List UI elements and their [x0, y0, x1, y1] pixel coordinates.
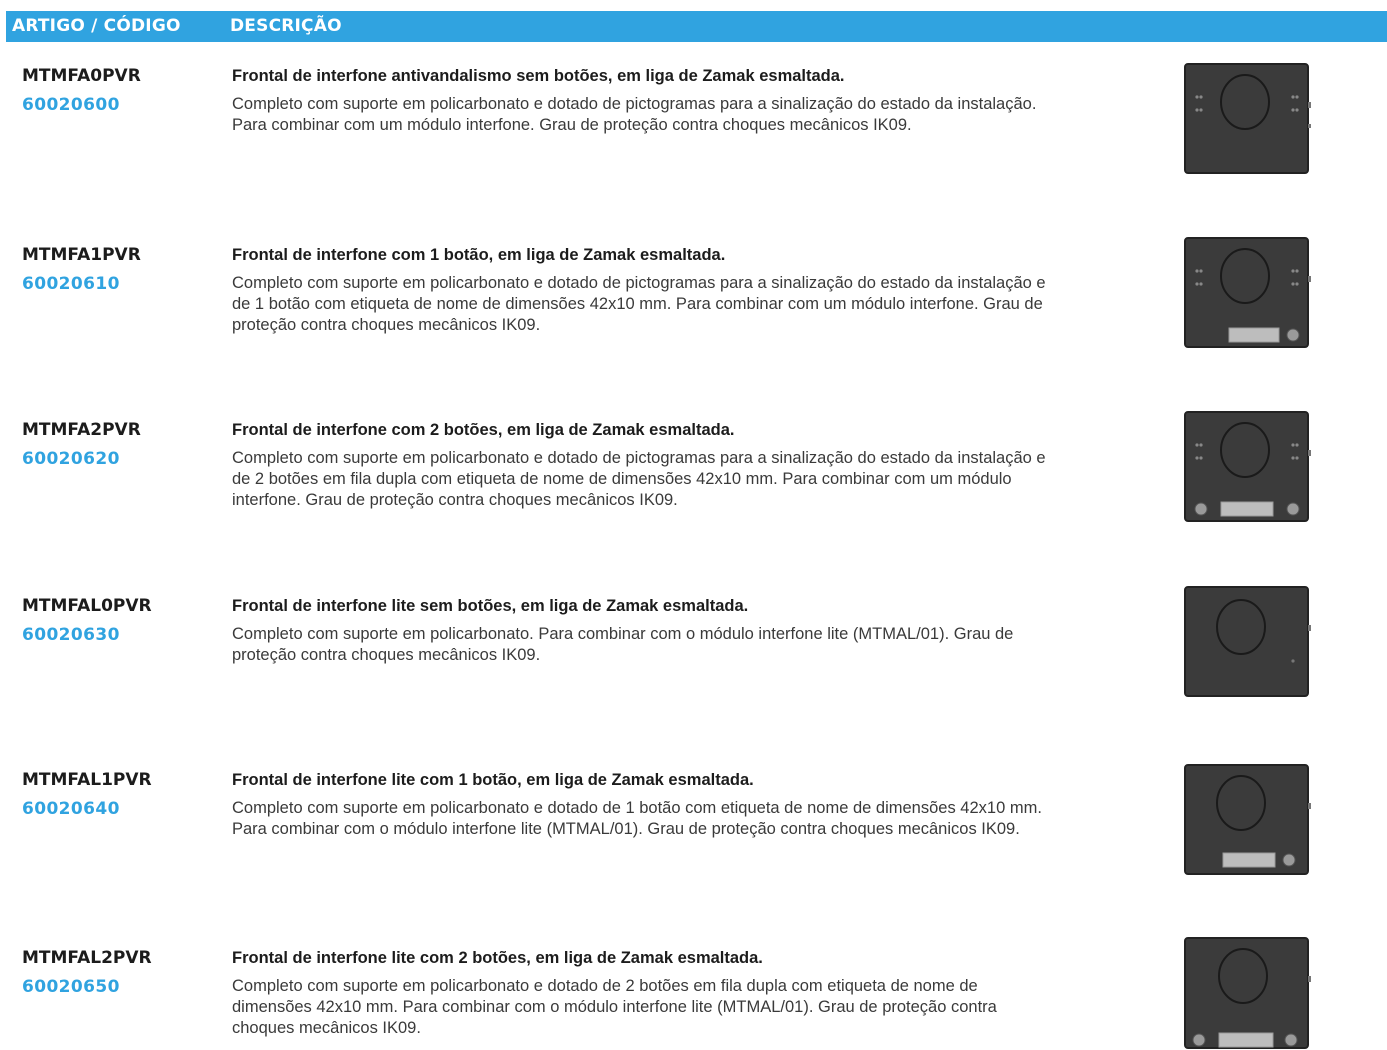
product-number: 60020640 — [22, 799, 120, 819]
product-description: Completo com suporte em policarbonato. P… — [232, 625, 1014, 664]
product-image — [1184, 586, 1311, 697]
product-number: 60020610 — [22, 274, 120, 294]
product-code: MTMFAL1PVR — [22, 770, 152, 790]
header-code-column: ARTIGO / CÓDIGO — [12, 16, 181, 36]
product-title: Frontal de interfone lite sem botões, em… — [232, 597, 749, 615]
product-number: 60020620 — [22, 449, 120, 469]
product-description: Completo com suporte em policarbonato e … — [232, 95, 1037, 134]
product-image — [1184, 63, 1311, 174]
table-header: ARTIGO / CÓDIGO DESCRIÇÃO — [6, 11, 1387, 42]
product-number: 60020630 — [22, 625, 120, 645]
product-description: Completo com suporte em policarbonato e … — [232, 274, 1046, 334]
product-number: 60020600 — [22, 95, 120, 115]
product-image — [1184, 764, 1311, 875]
product-description: Completo com suporte em policarbonato e … — [232, 977, 997, 1037]
product-title: Frontal de interfone com 2 botões, em li… — [232, 421, 735, 439]
product-title: Frontal de interfone antivandalismo sem … — [232, 67, 845, 85]
product-code: MTMFAL2PVR — [22, 948, 152, 968]
product-code: MTMFAL0PVR — [22, 596, 152, 616]
product-code: MTMFA0PVR — [22, 66, 141, 86]
product-title: Frontal de interfone com 1 botão, em lig… — [232, 246, 726, 264]
product-number: 60020650 — [22, 977, 120, 997]
product-code: MTMFA1PVR — [22, 245, 141, 265]
product-image — [1184, 411, 1311, 522]
product-description: Completo com suporte em policarbonato e … — [232, 449, 1046, 509]
product-title: Frontal de interfone lite com 1 botão, e… — [232, 771, 754, 789]
product-description: Completo com suporte em policarbonato e … — [232, 799, 1042, 838]
product-title: Frontal de interfone lite com 2 botões, … — [232, 949, 763, 967]
product-code: MTMFA2PVR — [22, 420, 141, 440]
product-image — [1184, 937, 1311, 1049]
header-description-column: DESCRIÇÃO — [230, 16, 342, 36]
product-image — [1184, 237, 1311, 348]
